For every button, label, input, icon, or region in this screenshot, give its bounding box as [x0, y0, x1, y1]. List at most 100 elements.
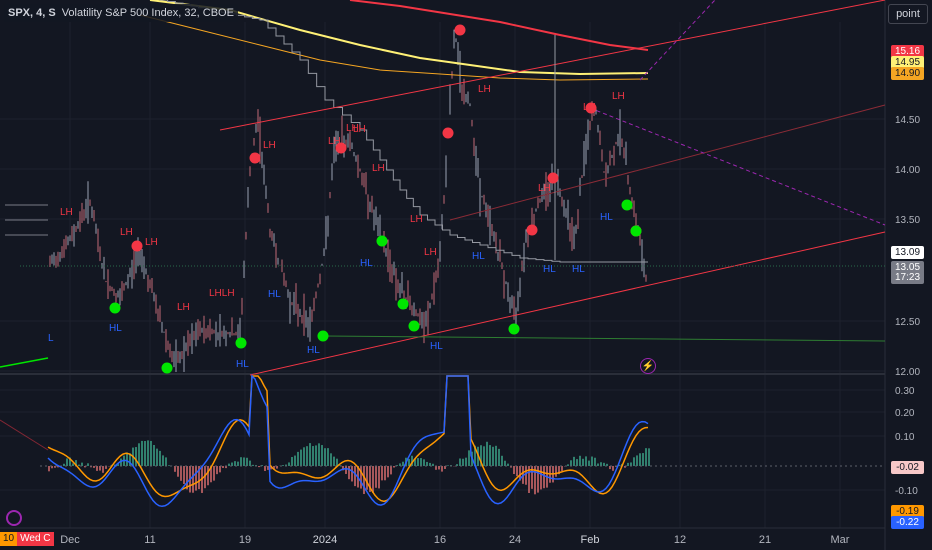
time-axis-label: Feb — [581, 534, 600, 546]
pivot-high-dot — [442, 127, 454, 139]
legend-symbol[interactable]: SPX, 4, S — [8, 7, 56, 19]
osc-bar — [402, 461, 404, 466]
osc-bar — [219, 466, 221, 473]
osc-bar — [282, 465, 284, 466]
osc-bar — [381, 466, 383, 481]
price-badge: 13.09 — [891, 246, 924, 259]
price-axis-tick: 14.50 — [895, 115, 920, 126]
pivot-low-dot — [317, 330, 329, 342]
osc-bar — [303, 447, 305, 466]
osc-bar — [66, 458, 68, 466]
hl-label: HL — [307, 345, 320, 356]
osc-bar — [195, 466, 197, 491]
lh-label: LH — [60, 207, 73, 218]
pivot-high-dot — [547, 172, 559, 184]
legend-indicator-name[interactable]: Volatility S&P 500 Index, 32, CBOE — [62, 7, 234, 19]
hl-label: HL — [472, 251, 485, 262]
osc-bar — [207, 466, 209, 486]
hl-label: HL — [236, 359, 249, 370]
hl-label: HL — [109, 323, 122, 334]
osc-bar — [291, 457, 293, 466]
osc-bar — [435, 466, 437, 470]
pivot-low-dot — [508, 323, 520, 335]
chart-legend[interactable]: SPX, 4, S Volatility S&P 500 Index, 32, … — [4, 4, 238, 22]
osc-bar — [81, 462, 83, 466]
date-badge-left: 10 — [0, 532, 18, 546]
osc-bar — [306, 446, 308, 466]
osc-bar — [144, 440, 146, 466]
osc-bar — [597, 463, 599, 466]
osc-bar — [246, 457, 248, 466]
osc-bar — [582, 458, 584, 466]
osc-bar — [102, 466, 104, 473]
osc-bar — [63, 463, 65, 466]
osc-bar — [426, 461, 428, 466]
osc-bar — [237, 461, 239, 466]
osc-bar — [447, 465, 449, 466]
osc-bar — [543, 466, 545, 489]
osc-bar — [495, 445, 497, 466]
osc-bar — [600, 462, 602, 466]
osc-bar — [516, 466, 518, 477]
osc-bar — [168, 465, 170, 466]
osc-bar — [366, 466, 368, 490]
osc-axis-tick: -0.10 — [895, 486, 918, 497]
osc-bar — [498, 448, 500, 466]
osc-bar — [48, 466, 50, 472]
lh-label: LH — [328, 136, 341, 147]
lightning-icon[interactable]: ⚡ — [640, 358, 656, 374]
pivot-low-dot — [630, 225, 642, 237]
osc-bar — [333, 456, 335, 466]
osc-bar — [390, 466, 392, 475]
osc-bar — [231, 462, 233, 466]
hl-label: HL — [572, 264, 585, 275]
osc-bar — [288, 462, 290, 466]
osc-bar — [315, 445, 317, 466]
osc-bar — [192, 466, 194, 493]
chart-canvas[interactable]: 14.50 14.00 13.50 12.50 12.00 0.30 0.20 0.10 -0.… — [0, 0, 932, 550]
osc-bar — [585, 456, 587, 466]
osc-bar — [579, 455, 581, 466]
osc-bar — [321, 445, 323, 466]
osc-bar — [99, 466, 101, 471]
lh-label: LH — [612, 91, 625, 102]
osc-bar — [363, 466, 365, 495]
osc-bar — [468, 450, 470, 466]
osc-bar — [387, 466, 389, 478]
osc-bar — [72, 463, 74, 466]
osc-bar — [348, 466, 350, 480]
osc-axis-tick: 0.20 — [895, 408, 915, 419]
osc-bar — [312, 446, 314, 466]
time-axis-label: 2024 — [313, 534, 337, 546]
osc-bar — [588, 460, 590, 466]
hl-label: HL — [543, 264, 556, 275]
osc-bar — [375, 466, 377, 488]
price-badge: 17:23 — [891, 271, 924, 284]
osc-bar — [252, 464, 254, 466]
osc-bar — [645, 448, 647, 466]
osc-bar — [318, 443, 320, 466]
osc-bar — [459, 458, 461, 466]
osc-bar — [264, 466, 266, 471]
hl-label: HL — [600, 212, 613, 223]
hl-label: HL — [360, 258, 373, 269]
osc-bar — [639, 453, 641, 466]
osc-bar — [87, 463, 89, 466]
osc-bar — [213, 466, 215, 481]
osc-bar — [297, 451, 299, 466]
lh-label: LH — [583, 102, 596, 113]
price-badge: 14.90 — [891, 67, 924, 80]
tradingview-logo-icon[interactable] — [6, 510, 22, 526]
pivot-low-dot — [376, 235, 388, 247]
osc-bar — [135, 447, 137, 466]
chart-background — [0, 0, 932, 550]
osc-bar — [378, 466, 380, 489]
date-badge: 10 Wed C — [0, 532, 54, 546]
lh-label: LH — [372, 163, 385, 174]
point-button[interactable]: point — [888, 4, 928, 24]
osc-bar — [462, 458, 464, 466]
time-axis-label: 24 — [509, 534, 521, 546]
osc-bar — [243, 457, 245, 466]
osc-bar — [507, 463, 509, 466]
time-axis-label: Mar — [831, 534, 850, 546]
